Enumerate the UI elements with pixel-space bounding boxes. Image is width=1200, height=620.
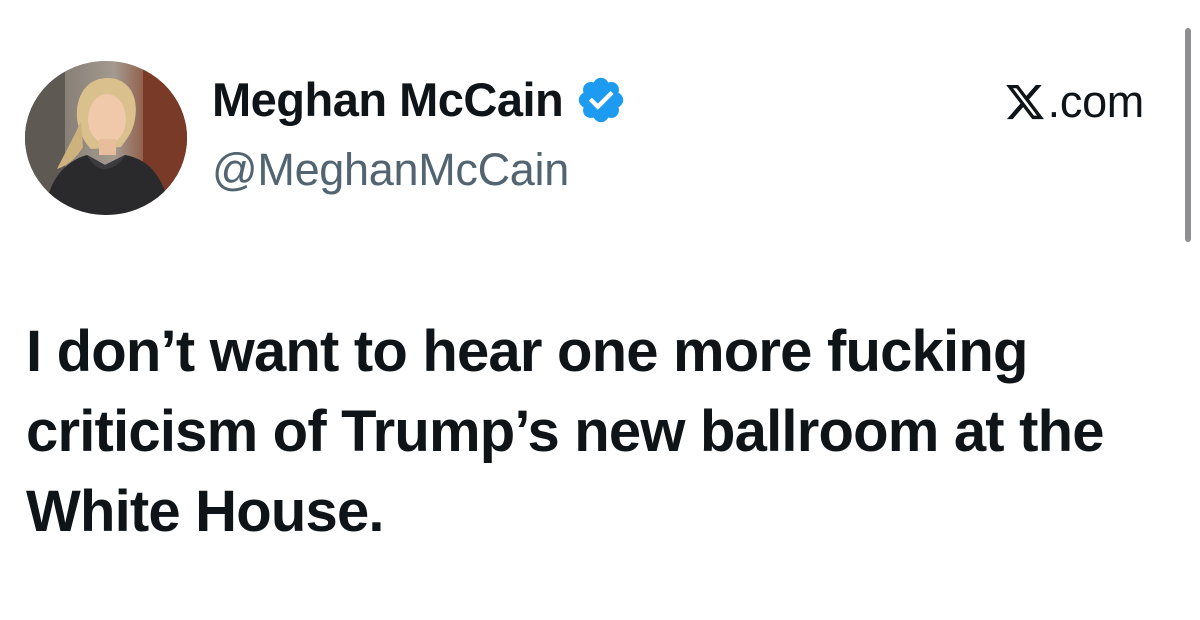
profile-photo (25, 61, 187, 215)
x-logo-icon (1005, 84, 1044, 120)
avatar[interactable] (25, 61, 187, 215)
source-domain[interactable]: .com (1004, 72, 1144, 132)
verified-badge-icon (579, 77, 624, 123)
user-handle[interactable]: @MeghanMcCain (212, 140, 569, 200)
display-name[interactable]: Meghan McCain (212, 70, 564, 130)
post-text: I don’t want to hear one more fucking cr… (26, 319, 1105, 544)
scrollbar[interactable] (1185, 28, 1191, 242)
post-card: Meghan McCain @MeghanMcCain .com I don’t… (0, 0, 1200, 620)
author-name-row: Meghan McCain (212, 70, 627, 130)
source-domain-text: .com (1047, 76, 1145, 127)
